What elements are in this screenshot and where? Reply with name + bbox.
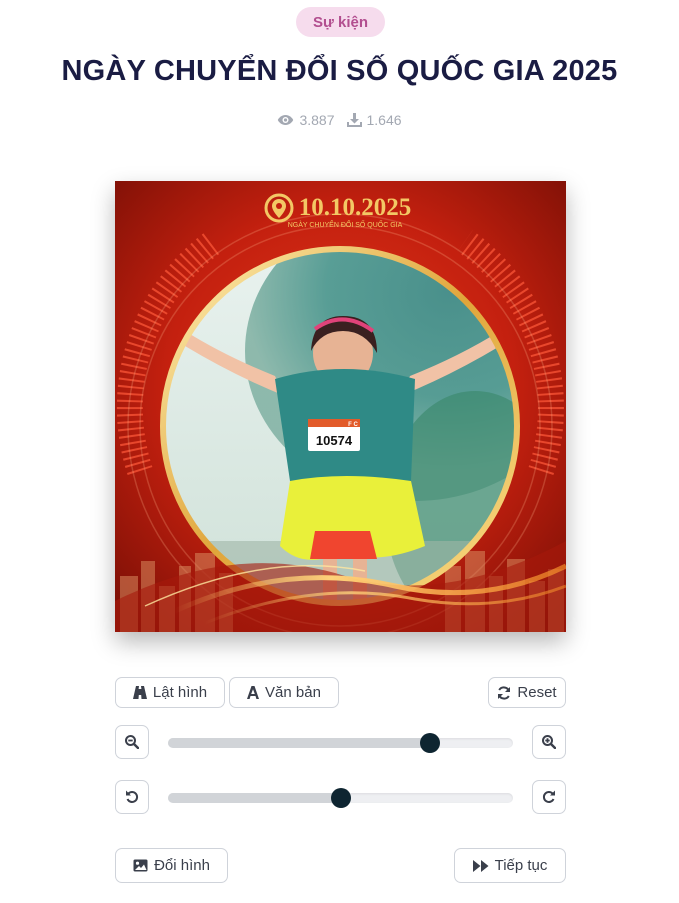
flip-button[interactable]: Lật hình bbox=[115, 677, 225, 708]
fast-forward-icon bbox=[472, 859, 489, 872]
views-stat: 3.887 bbox=[277, 112, 335, 128]
zoom-out-icon bbox=[125, 735, 139, 749]
font-icon bbox=[247, 686, 260, 699]
rotate-right-icon bbox=[543, 790, 555, 803]
photo-frame-canvas[interactable]: 10574 F C 10.10.2025 NGÀY CHUYỂN ĐỔI SỐ … bbox=[115, 181, 566, 632]
rotate-right-button[interactable] bbox=[532, 780, 566, 814]
continue-label: Tiếp tục bbox=[494, 857, 548, 874]
zoom-slider-fill bbox=[168, 738, 431, 748]
download-icon bbox=[346, 113, 362, 127]
continue-button[interactable]: Tiếp tục bbox=[454, 848, 566, 883]
rotate-slider[interactable] bbox=[168, 788, 513, 808]
reset-label: Reset bbox=[517, 684, 557, 701]
downloads-stat: 1.646 bbox=[346, 112, 402, 128]
page-title: NGÀY CHUYỂN ĐỔI SỐ QUỐC GIA 2025 bbox=[61, 55, 618, 87]
category-badge[interactable]: Sự kiện bbox=[296, 7, 385, 37]
event-date: 10.10.2025 bbox=[299, 194, 412, 221]
change-image-label: Đổi hình bbox=[154, 857, 210, 874]
refresh-icon bbox=[498, 685, 511, 700]
rotate-slider-fill bbox=[168, 793, 341, 803]
zoom-slider-thumb[interactable] bbox=[420, 733, 441, 753]
zoom-slider[interactable] bbox=[168, 733, 513, 753]
bib-suffix: F C bbox=[348, 422, 358, 428]
downloads-count: 1.646 bbox=[366, 112, 402, 128]
rotate-left-button[interactable] bbox=[115, 780, 149, 814]
zoom-in-icon bbox=[542, 735, 556, 749]
change-image-button[interactable]: Đổi hình bbox=[115, 848, 228, 883]
eye-icon bbox=[278, 115, 294, 125]
zoom-out-button[interactable] bbox=[115, 725, 149, 759]
stats-bar: 3.887 1.646 bbox=[0, 112, 679, 128]
text-label: Văn bản bbox=[265, 684, 321, 701]
text-button[interactable]: Văn bản bbox=[229, 677, 339, 708]
road-icon bbox=[132, 686, 147, 699]
bib-number: 10574 bbox=[316, 433, 353, 448]
reset-button[interactable]: Reset bbox=[488, 677, 566, 708]
image-icon bbox=[133, 859, 148, 872]
frame-svg[interactable]: 10574 F C 10.10.2025 NGÀY CHUYỂN ĐỔI SỐ … bbox=[115, 181, 566, 632]
zoom-in-button[interactable] bbox=[532, 725, 566, 759]
flip-label: Lật hình bbox=[152, 684, 208, 701]
views-count: 3.887 bbox=[299, 112, 335, 128]
rotate-slider-thumb[interactable] bbox=[330, 788, 351, 808]
rotate-left-icon bbox=[126, 790, 138, 803]
